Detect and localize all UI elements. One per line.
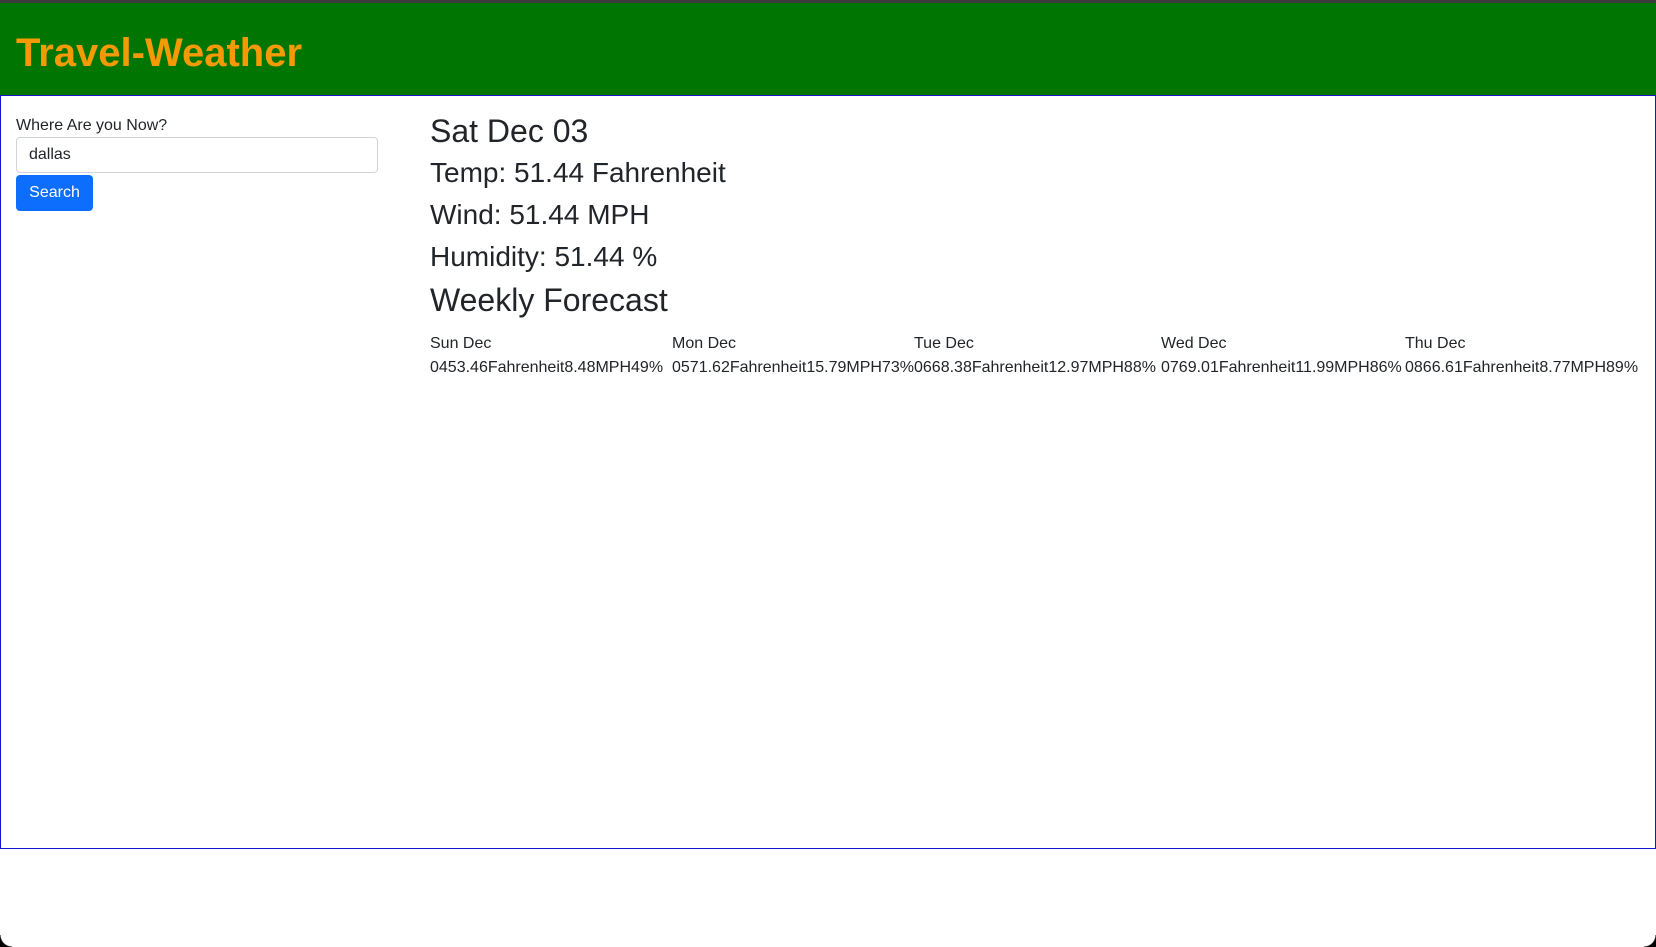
current-date: Sat Dec 03 <box>430 113 589 149</box>
search-label: Where Are you Now? <box>16 117 168 134</box>
window-corner <box>1644 935 1656 947</box>
current-weather: Sat Dec 03 Temp: 51.44 Fahrenheit Wind: … <box>430 111 726 323</box>
current-temp: Temp: 51.44 Fahrenheit <box>430 157 726 188</box>
forecast-day-values: 0866.61Fahrenheit8.77MPH89% <box>1405 359 1639 376</box>
app-header: Travel-Weather <box>0 3 1656 95</box>
forecast-day-name: Mon Dec <box>672 335 737 352</box>
current-wind: Wind: 51.44 MPH <box>430 199 650 230</box>
forecast-day-values: 0571.62Fahrenheit15.79MPH73% <box>672 359 914 376</box>
app-title: Travel-Weather <box>16 31 303 75</box>
forecast-day-thu: Thu Dec 0866.61Fahrenheit8.77MPH89% <box>1405 332 1638 380</box>
search-button[interactable]: Search <box>16 175 93 211</box>
forecast-day-name: Thu Dec <box>1405 335 1466 352</box>
forecast-day-name: Wed Dec <box>1161 335 1227 352</box>
city-search-input[interactable] <box>16 137 378 173</box>
forecast-day-values: 0769.01Fahrenheit11.99MPH86% <box>1161 359 1402 376</box>
forecast-day-name: Sun Dec <box>430 335 492 352</box>
forecast-day-values: 0668.38Fahrenheit12.97MPH88% <box>914 359 1156 376</box>
window-corner <box>0 935 12 947</box>
forecast-day-sun: Sun Dec 0453.46Fahrenheit8.48MPH49% <box>430 332 663 380</box>
forecast-day-wed: Wed Dec 0769.01Fahrenheit11.99MPH86% <box>1161 332 1402 380</box>
forecast-day-values: 0453.46Fahrenheit8.48MPH49% <box>430 359 664 376</box>
forecast-day-mon: Mon Dec 0571.62Fahrenheit15.79MPH73% <box>672 332 914 380</box>
forecast-day-name: Tue Dec <box>914 335 974 352</box>
main-content: Where Are you Now? Search Sat Dec 03 Tem… <box>0 95 1656 849</box>
forecast-day-tue: Tue Dec 0668.38Fahrenheit12.97MPH88% <box>914 332 1156 380</box>
forecast-heading: Weekly Forecast <box>430 282 668 318</box>
current-humidity: Humidity: 51.44 % <box>430 241 658 272</box>
